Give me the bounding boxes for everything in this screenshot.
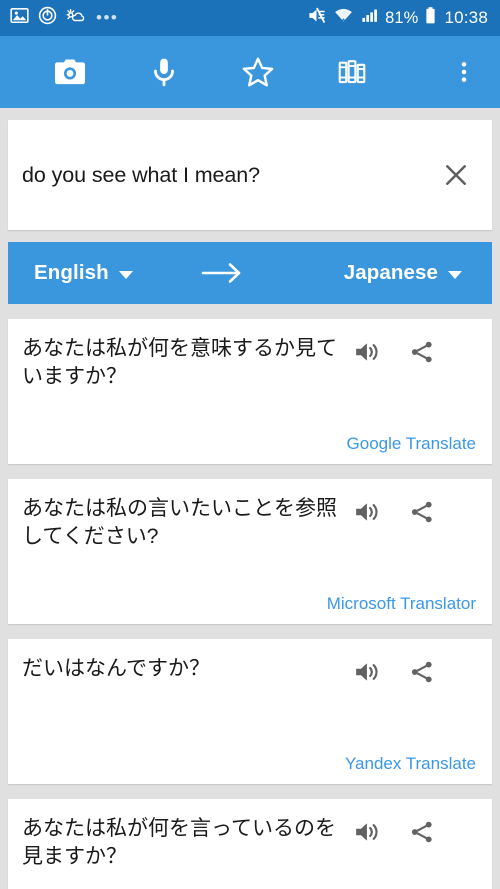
translation-text: あなたは私が何を言っているのを見ますか？: [22, 817, 336, 868]
arrow-right-icon: [199, 260, 249, 286]
microphone-icon[interactable]: [138, 46, 190, 98]
image-icon: [10, 6, 29, 30]
app-toolbar: [0, 36, 500, 108]
status-bar-left: •••: [10, 6, 118, 30]
chevron-down-icon: [118, 270, 133, 279]
chevron-down-icon: [448, 270, 462, 279]
speaker-icon[interactable]: [352, 337, 384, 367]
translation-result-card[interactable]: あなたは私が何を言っているのを見ますか？: [8, 799, 492, 889]
circle-timer-icon: [38, 6, 57, 30]
battery-percent-label: 81%: [385, 8, 419, 27]
translation-text: だいはなんですか？: [22, 657, 210, 680]
target-language-button[interactable]: Japanese: [336, 255, 470, 291]
translation-source-link[interactable]: Microsoft Translator: [22, 582, 478, 614]
battery-icon: [424, 6, 437, 30]
clock-label: 10:38: [444, 8, 488, 27]
translation-card-actions: [352, 653, 440, 687]
translation-card-actions: [352, 333, 440, 367]
translation-source-link[interactable]: Google Translate: [22, 422, 478, 454]
share-icon[interactable]: [406, 817, 438, 847]
overflow-menu-icon[interactable]: [438, 46, 490, 98]
source-language-button[interactable]: English: [26, 255, 141, 291]
target-language-label: Japanese: [343, 261, 438, 284]
source-text-input[interactable]: do you see what I mean?: [22, 163, 436, 188]
content-area: do you see what I mean? English Japanese: [0, 120, 500, 889]
status-bar: ••• 81% 10:38: [0, 0, 500, 36]
share-icon[interactable]: [406, 337, 438, 367]
translation-result-card[interactable]: あなたは私の言いたいことを参照してください? Microsoft Transla…: [8, 479, 492, 624]
star-icon[interactable]: [232, 46, 284, 98]
camera-icon[interactable]: [44, 46, 96, 98]
status-overflow-dots: •••: [96, 8, 119, 27]
mute-icon: [306, 6, 327, 30]
translation-card-actions: [352, 493, 440, 527]
source-text-card[interactable]: do you see what I mean?: [8, 120, 492, 230]
translation-card-actions: [352, 813, 440, 847]
translation-text: あなたは私が何を意味するか見ていますか？: [22, 337, 337, 388]
speaker-icon[interactable]: [352, 497, 384, 527]
share-icon[interactable]: [406, 657, 438, 687]
weather-icon: [66, 6, 86, 30]
language-selector-bar: English Japanese: [8, 242, 492, 304]
translation-card-top: あなたは私が何を意味するか見ていますか？: [22, 333, 478, 390]
speaker-icon[interactable]: [352, 817, 384, 847]
wifi-icon: [333, 6, 354, 30]
close-icon[interactable]: [436, 155, 476, 195]
translation-source-link[interactable]: Yandex Translate: [22, 742, 478, 774]
translation-result-card[interactable]: だいはなんですか？ Yandex Translate: [8, 639, 492, 784]
translation-card-top: だいはなんですか？: [22, 653, 478, 687]
books-icon[interactable]: [326, 46, 378, 98]
signal-icon: [360, 6, 379, 30]
translation-card-top: あなたは私が何を言っているのを見ますか？: [22, 813, 478, 870]
share-icon[interactable]: [406, 497, 438, 527]
speaker-icon[interactable]: [352, 657, 384, 687]
status-bar-right: 81% 10:38: [306, 6, 488, 30]
translation-result-card[interactable]: あなたは私が何を意味するか見ていますか？ Google Translate: [8, 319, 492, 464]
translation-text: あなたは私の言いたいことを参照してください?: [22, 497, 337, 548]
translation-card-top: あなたは私の言いたいことを参照してください?: [22, 493, 478, 550]
source-language-label: English: [34, 261, 109, 284]
